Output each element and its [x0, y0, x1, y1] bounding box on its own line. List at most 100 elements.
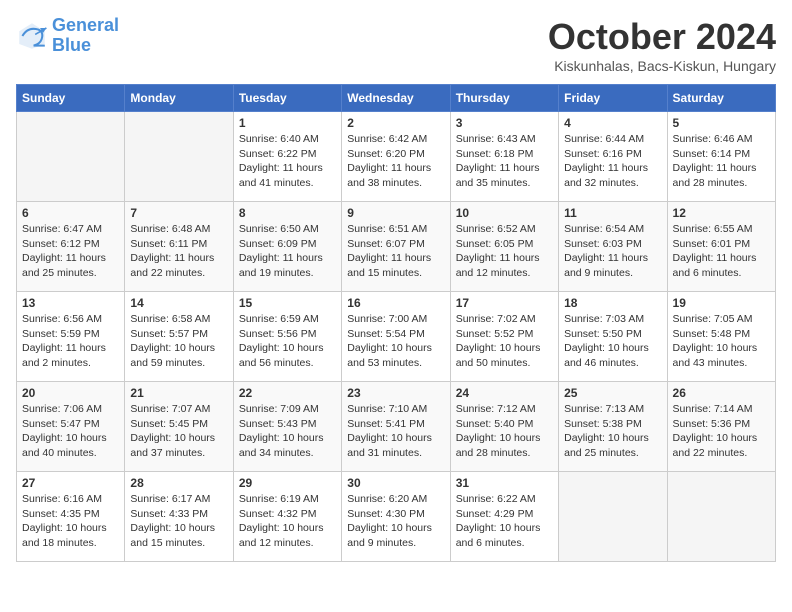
day-info: Sunrise: 7:03 AM Sunset: 5:50 PM Dayligh…: [564, 312, 661, 371]
day-number: 6: [22, 206, 119, 220]
day-info: Sunrise: 6:20 AM Sunset: 4:30 PM Dayligh…: [347, 492, 444, 551]
day-number: 12: [673, 206, 770, 220]
calendar-cell: 2 Sunrise: 6:42 AM Sunset: 6:20 PM Daylig…: [342, 112, 450, 202]
calendar-cell: 29 Sunrise: 6:19 AM Sunset: 4:32 PM Dayli…: [233, 472, 341, 562]
day-number: 23: [347, 386, 444, 400]
calendar-cell: 17 Sunrise: 7:02 AM Sunset: 5:52 PM Dayli…: [450, 292, 558, 382]
day-number: 10: [456, 206, 553, 220]
day-info: Sunrise: 7:00 AM Sunset: 5:54 PM Dayligh…: [347, 312, 444, 371]
day-header-tuesday: Tuesday: [233, 85, 341, 112]
day-number: 21: [130, 386, 227, 400]
calendar-cell: 24 Sunrise: 7:12 AM Sunset: 5:40 PM Dayli…: [450, 382, 558, 472]
calendar-cell: 13 Sunrise: 6:56 AM Sunset: 5:59 PM Dayli…: [17, 292, 125, 382]
day-number: 19: [673, 296, 770, 310]
calendar-cell: 28Sunrise: 6:17 AM Sunset: 4:33 PM Dayli…: [125, 472, 233, 562]
day-info: Sunrise: 6:56 AM Sunset: 5:59 PM Dayligh…: [22, 312, 119, 371]
day-info: Sunrise: 7:12 AM Sunset: 5:40 PM Dayligh…: [456, 402, 553, 461]
day-number: 20: [22, 386, 119, 400]
page-header: General Blue October 2024 Kiskunhalas, B…: [16, 16, 776, 74]
calendar-cell: 4 Sunrise: 6:44 AM Sunset: 6:16 PM Daylig…: [559, 112, 667, 202]
day-number: 29: [239, 476, 336, 490]
day-info: Sunrise: 6:19 AM Sunset: 4:32 PM Dayligh…: [239, 492, 336, 551]
day-number: 3: [456, 116, 553, 130]
day-number: 9: [347, 206, 444, 220]
day-info: Sunrise: 6:52 AM Sunset: 6:05 PM Dayligh…: [456, 222, 553, 281]
day-number: 24: [456, 386, 553, 400]
day-number: 22: [239, 386, 336, 400]
day-header-wednesday: Wednesday: [342, 85, 450, 112]
calendar-cell: 8Sunrise: 6:50 AM Sunset: 6:09 PM Daylig…: [233, 202, 341, 292]
calendar-cell: 25 Sunrise: 7:13 AM Sunset: 5:38 PM Dayli…: [559, 382, 667, 472]
calendar-cell: 23 Sunrise: 7:10 AM Sunset: 5:41 PM Dayli…: [342, 382, 450, 472]
logo-text: General Blue: [52, 16, 119, 56]
calendar-cell: 6Sunrise: 6:47 AM Sunset: 6:12 PM Daylig…: [17, 202, 125, 292]
calendar-cell: 30 Sunrise: 6:20 AM Sunset: 4:30 PM Dayli…: [342, 472, 450, 562]
day-info: Sunrise: 6:40 AM Sunset: 6:22 PM Dayligh…: [239, 132, 336, 191]
day-header-sunday: Sunday: [17, 85, 125, 112]
day-number: 13: [22, 296, 119, 310]
calendar-week-row: 1Sunrise: 6:40 AM Sunset: 6:22 PM Daylig…: [17, 112, 776, 202]
title-block: October 2024 Kiskunhalas, Bacs-Kiskun, H…: [548, 16, 776, 74]
day-info: Sunrise: 7:02 AM Sunset: 5:52 PM Dayligh…: [456, 312, 553, 371]
calendar-cell: 27Sunrise: 6:16 AM Sunset: 4:35 PM Dayli…: [17, 472, 125, 562]
calendar-cell: 9Sunrise: 6:51 AM Sunset: 6:07 PM Daylig…: [342, 202, 450, 292]
day-info: Sunrise: 7:05 AM Sunset: 5:48 PM Dayligh…: [673, 312, 770, 371]
calendar-cell: 15 Sunrise: 6:59 AM Sunset: 5:56 PM Dayli…: [233, 292, 341, 382]
day-info: Sunrise: 6:54 AM Sunset: 6:03 PM Dayligh…: [564, 222, 661, 281]
location-subtitle: Kiskunhalas, Bacs-Kiskun, Hungary: [548, 58, 776, 74]
day-info: Sunrise: 7:06 AM Sunset: 5:47 PM Dayligh…: [22, 402, 119, 461]
day-header-monday: Monday: [125, 85, 233, 112]
calendar-week-row: 6Sunrise: 6:47 AM Sunset: 6:12 PM Daylig…: [17, 202, 776, 292]
calendar-cell: 3Sunrise: 6:43 AM Sunset: 6:18 PM Daylig…: [450, 112, 558, 202]
calendar-cell: 22 Sunrise: 7:09 AM Sunset: 5:43 PM Dayli…: [233, 382, 341, 472]
calendar-cell: 14 Sunrise: 6:58 AM Sunset: 5:57 PM Dayli…: [125, 292, 233, 382]
day-number: 11: [564, 206, 661, 220]
month-title: October 2024: [548, 16, 776, 58]
calendar-header-row: SundayMondayTuesdayWednesdayThursdayFrid…: [17, 85, 776, 112]
calendar-cell: [667, 472, 775, 562]
day-number: 7: [130, 206, 227, 220]
day-number: 4: [564, 116, 661, 130]
day-info: Sunrise: 6:58 AM Sunset: 5:57 PM Dayligh…: [130, 312, 227, 371]
day-number: 15: [239, 296, 336, 310]
calendar-cell: 18 Sunrise: 7:03 AM Sunset: 5:50 PM Dayli…: [559, 292, 667, 382]
calendar-cell: 20 Sunrise: 7:06 AM Sunset: 5:47 PM Dayli…: [17, 382, 125, 472]
day-info: Sunrise: 7:10 AM Sunset: 5:41 PM Dayligh…: [347, 402, 444, 461]
day-info: Sunrise: 6:17 AM Sunset: 4:33 PM Dayligh…: [130, 492, 227, 551]
calendar-table: SundayMondayTuesdayWednesdayThursdayFrid…: [16, 84, 776, 562]
calendar-cell: 11 Sunrise: 6:54 AM Sunset: 6:03 PM Dayli…: [559, 202, 667, 292]
day-number: 31: [456, 476, 553, 490]
day-info: Sunrise: 6:46 AM Sunset: 6:14 PM Dayligh…: [673, 132, 770, 191]
day-info: Sunrise: 7:14 AM Sunset: 5:36 PM Dayligh…: [673, 402, 770, 461]
day-number: 26: [673, 386, 770, 400]
day-number: 17: [456, 296, 553, 310]
calendar-week-row: 27Sunrise: 6:16 AM Sunset: 4:35 PM Dayli…: [17, 472, 776, 562]
day-info: Sunrise: 6:22 AM Sunset: 4:29 PM Dayligh…: [456, 492, 553, 551]
day-info: Sunrise: 7:09 AM Sunset: 5:43 PM Dayligh…: [239, 402, 336, 461]
calendar-week-row: 13 Sunrise: 6:56 AM Sunset: 5:59 PM Dayli…: [17, 292, 776, 382]
day-header-thursday: Thursday: [450, 85, 558, 112]
day-number: 14: [130, 296, 227, 310]
day-info: Sunrise: 7:07 AM Sunset: 5:45 PM Dayligh…: [130, 402, 227, 461]
calendar-cell: 10 Sunrise: 6:52 AM Sunset: 6:05 PM Dayli…: [450, 202, 558, 292]
calendar-cell: 16 Sunrise: 7:00 AM Sunset: 5:54 PM Dayli…: [342, 292, 450, 382]
calendar-cell: 7 Sunrise: 6:48 AM Sunset: 6:11 PM Daylig…: [125, 202, 233, 292]
day-number: 18: [564, 296, 661, 310]
calendar-cell: 31 Sunrise: 6:22 AM Sunset: 4:29 PM Dayli…: [450, 472, 558, 562]
day-number: 25: [564, 386, 661, 400]
calendar-week-row: 20 Sunrise: 7:06 AM Sunset: 5:47 PM Dayli…: [17, 382, 776, 472]
logo-icon: [16, 20, 48, 52]
day-info: Sunrise: 7:13 AM Sunset: 5:38 PM Dayligh…: [564, 402, 661, 461]
day-info: Sunrise: 6:44 AM Sunset: 6:16 PM Dayligh…: [564, 132, 661, 191]
day-number: 16: [347, 296, 444, 310]
day-number: 8: [239, 206, 336, 220]
day-info: Sunrise: 6:48 AM Sunset: 6:11 PM Dayligh…: [130, 222, 227, 281]
day-info: Sunrise: 6:59 AM Sunset: 5:56 PM Dayligh…: [239, 312, 336, 371]
day-number: 30: [347, 476, 444, 490]
day-number: 2: [347, 116, 444, 130]
calendar-cell: 21 Sunrise: 7:07 AM Sunset: 5:45 PM Dayli…: [125, 382, 233, 472]
day-header-friday: Friday: [559, 85, 667, 112]
calendar-cell: [125, 112, 233, 202]
calendar-cell: 12Sunrise: 6:55 AM Sunset: 6:01 PM Dayli…: [667, 202, 775, 292]
day-info: Sunrise: 6:42 AM Sunset: 6:20 PM Dayligh…: [347, 132, 444, 191]
